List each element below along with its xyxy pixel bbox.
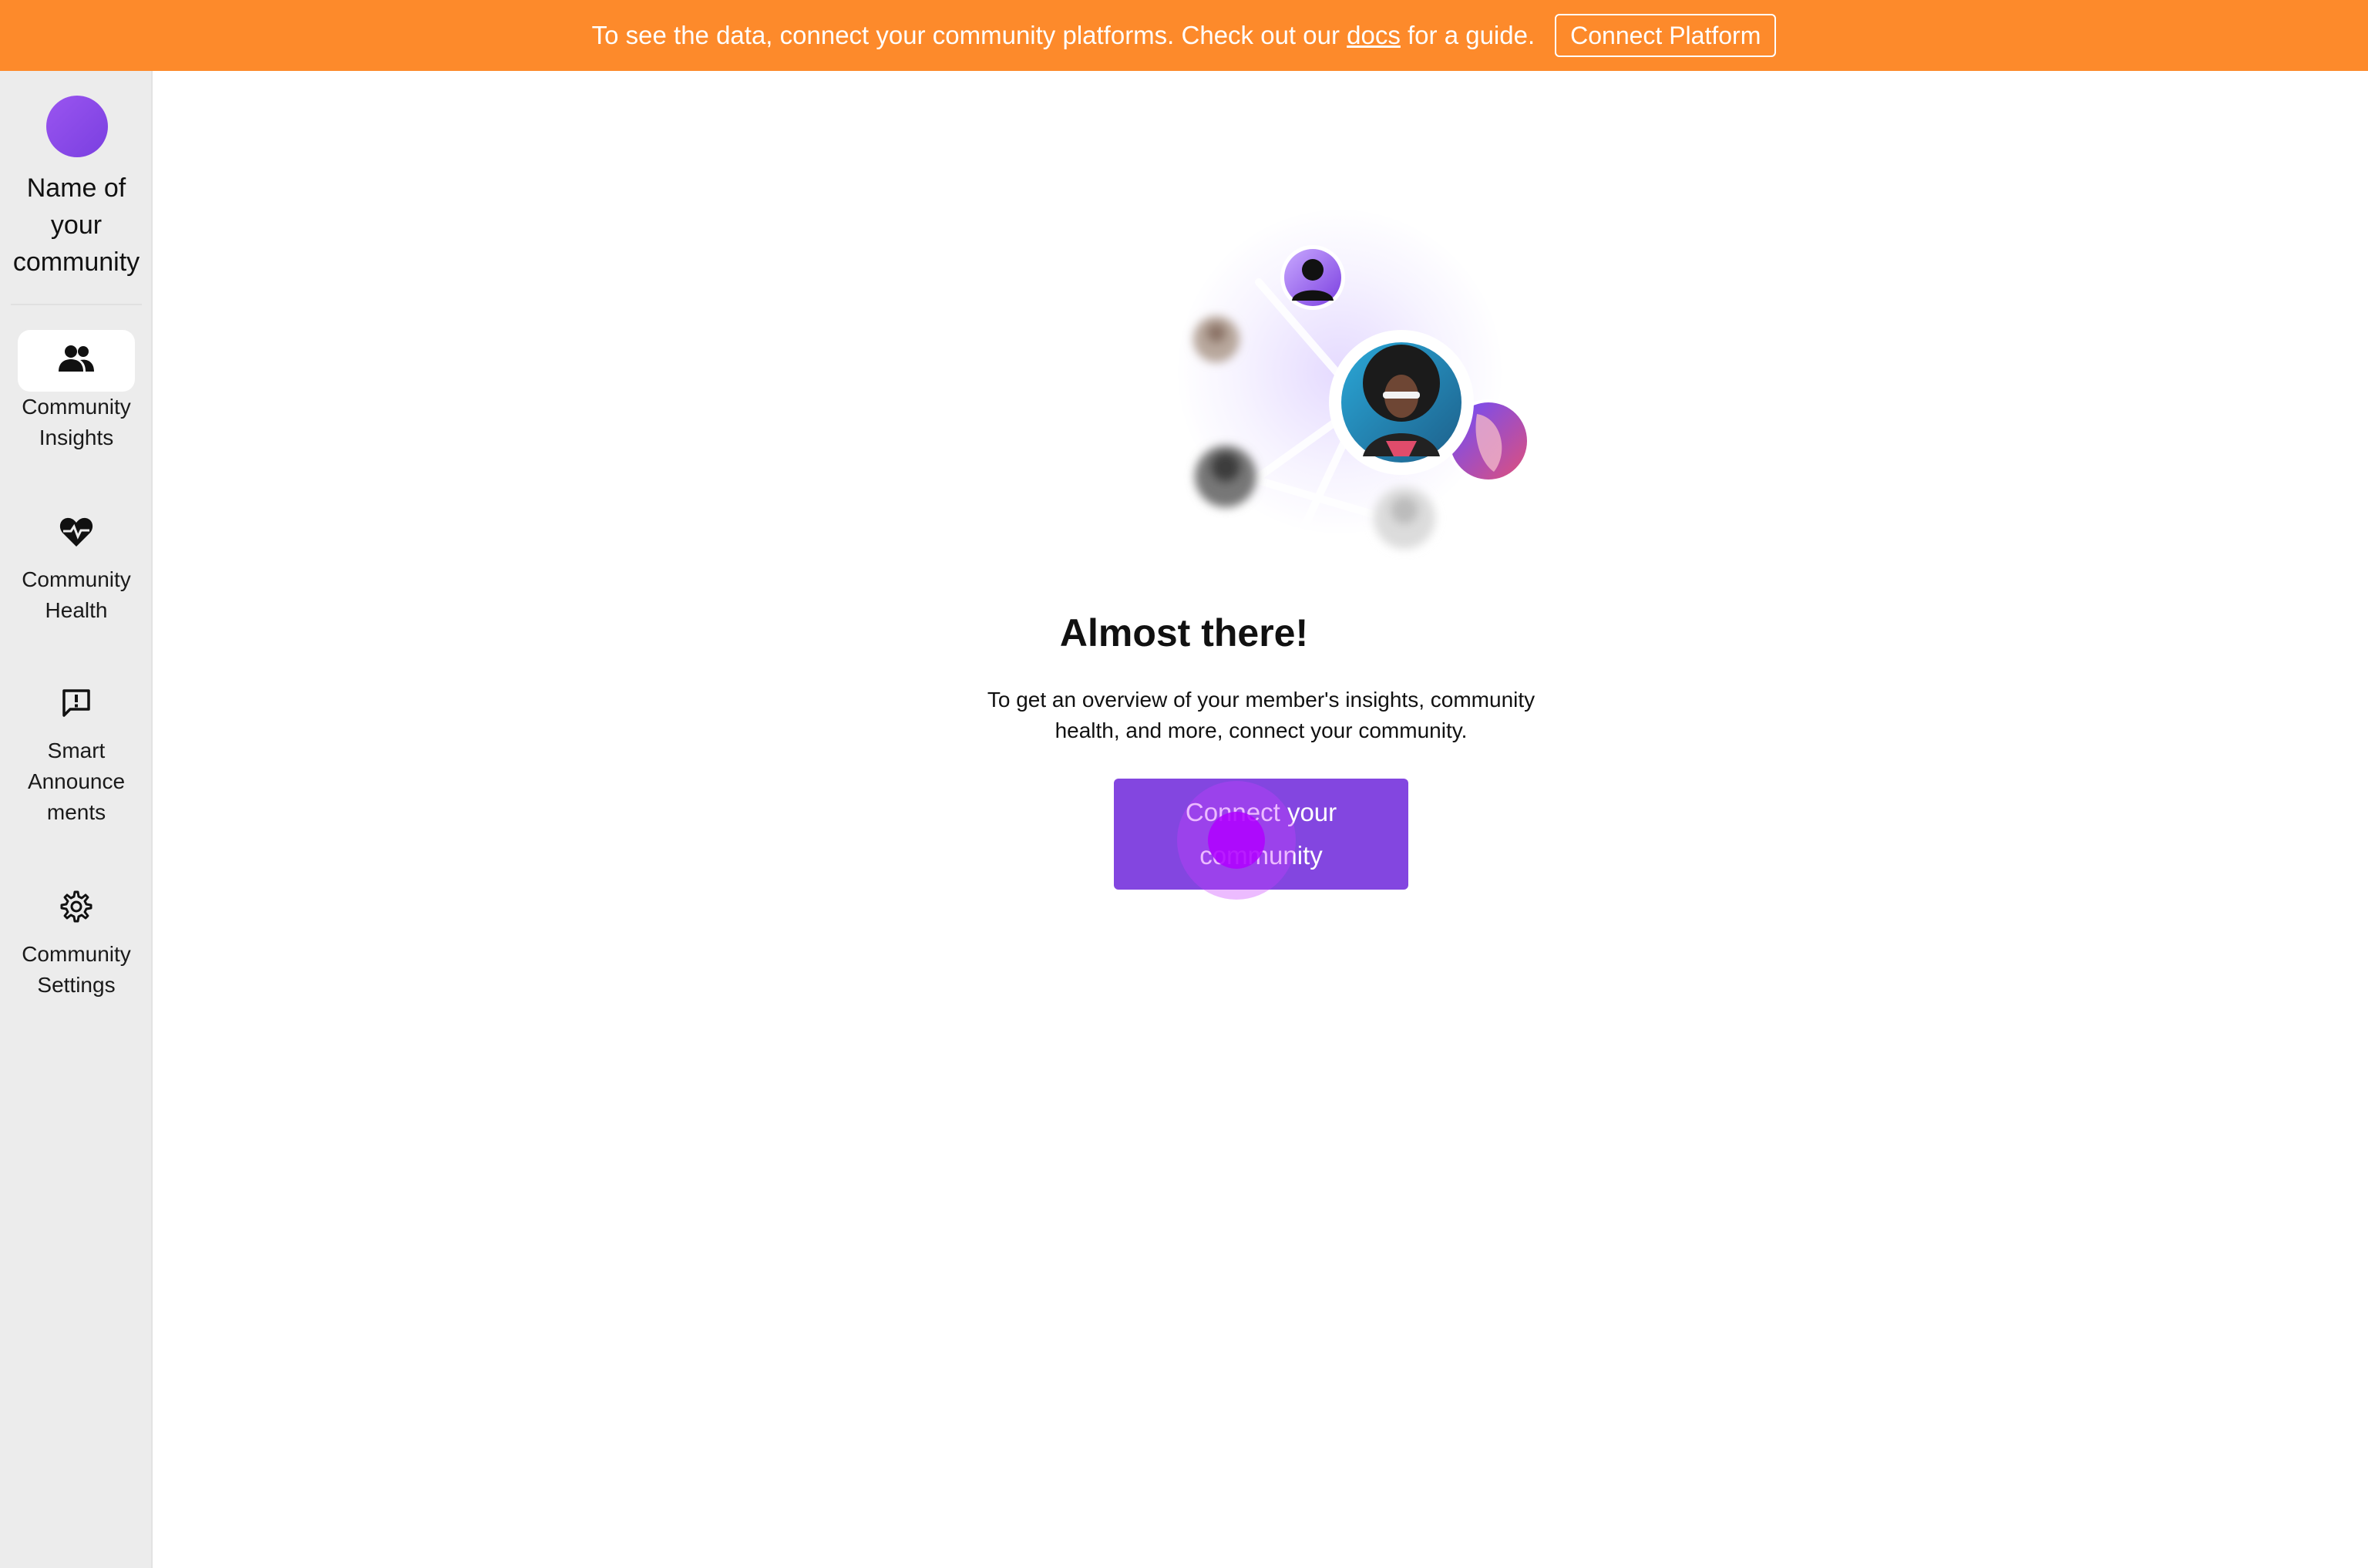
blurred-member-avatar	[1193, 316, 1240, 362]
docs-link[interactable]: docs	[1347, 21, 1401, 49]
nav-icon-container	[18, 330, 135, 392]
sidebar-item-community-health[interactable]: Community Health	[0, 503, 153, 626]
community-avatar[interactable]	[46, 96, 108, 157]
blurred-member-avatar	[1195, 446, 1256, 507]
sidebar-item-label: Smart Announce ments	[27, 739, 126, 824]
sidebar-item-label: Community Insights	[22, 395, 131, 449]
notice-banner: To see the data, connect your community …	[0, 0, 2368, 71]
sidebar-item-label: Community Settings	[22, 942, 131, 997]
page-heading: Almost there!	[1059, 611, 1309, 654]
community-name: Name of your community	[12, 173, 140, 277]
blurred-member-avatar	[1374, 487, 1435, 549]
nav-icon-container	[18, 674, 135, 735]
connect-platform-button[interactable]: Connect Platform	[1555, 14, 1777, 57]
sidebar: Name of your community Community Insight…	[0, 71, 153, 1568]
community-network-illustration	[1024, 148, 1579, 580]
nav-icon-container	[18, 877, 135, 939]
connect-community-button[interactable]: Connect your community	[1114, 779, 1408, 890]
member-avatar-featured	[1329, 330, 1474, 475]
page-description: To get an overview of your member's insi…	[987, 688, 1536, 742]
banner-message: To see the data, connect your community …	[592, 21, 1535, 50]
gear-icon	[59, 890, 93, 927]
announcement-icon	[61, 688, 92, 722]
banner-text-before: To see the data, connect your community …	[591, 21, 1347, 49]
sidebar-divider	[11, 304, 142, 305]
heart-pulse-icon	[59, 516, 94, 552]
nav-icon-container	[18, 503, 135, 564]
sidebar-item-smart-announcements[interactable]: Smart Announce ments	[0, 674, 153, 828]
member-avatar-small	[1280, 245, 1345, 310]
main-content: Almost there! To get an overview of your…	[153, 71, 2368, 1568]
users-icon	[57, 344, 96, 379]
banner-text-after: for a guide.	[1400, 21, 1536, 49]
sidebar-item-community-settings[interactable]: Community Settings	[0, 877, 153, 1001]
sidebar-item-community-insights[interactable]: Community Insights	[0, 330, 153, 453]
